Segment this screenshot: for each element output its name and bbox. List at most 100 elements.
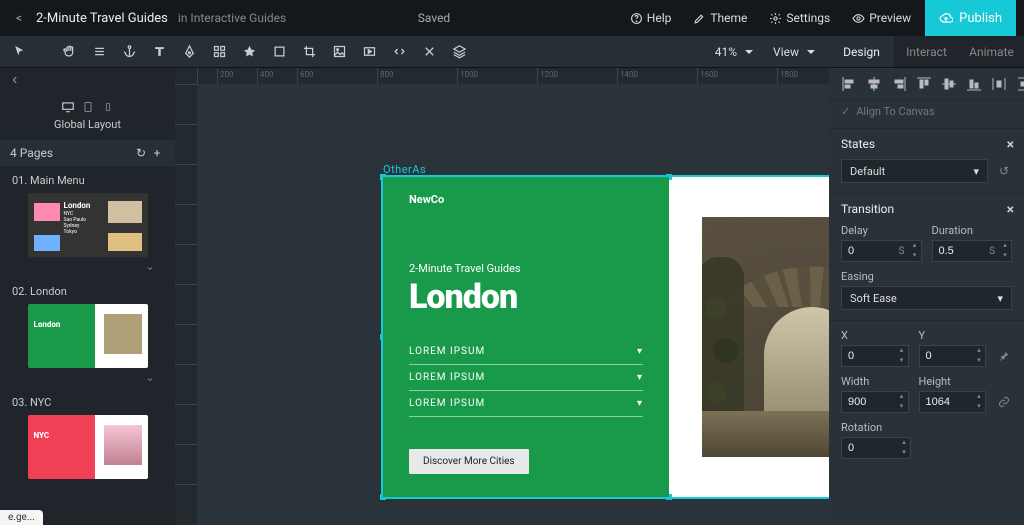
project-title: 2-Minute Travel Guides [36, 11, 168, 26]
align-center-v-button[interactable] [941, 76, 957, 92]
page-right-pane [669, 177, 829, 497]
ruler-corner [175, 68, 197, 84]
delay-label: Delay [841, 224, 922, 237]
duration-input[interactable]: S▴▾ [932, 240, 1013, 262]
frame-tool[interactable] [266, 39, 292, 65]
rotation-input[interactable]: ▴▾ [841, 437, 911, 459]
view-label: View [773, 45, 799, 59]
page-item-main-menu[interactable]: 01. Main Menu LondonNYCSao PauloSydneyTo… [0, 166, 175, 277]
pin-button[interactable] [996, 345, 1012, 367]
check-icon: ✓ [841, 105, 850, 118]
page-photo [702, 217, 829, 457]
link-dimensions-button[interactable] [996, 391, 1012, 413]
transition-close-button[interactable]: × [1007, 202, 1014, 218]
zoom-dropdown[interactable]: 41% [707, 45, 761, 59]
canvas[interactable]: 200 400 600 800 1000 1200 1400 1600 1800… [175, 68, 829, 525]
stepper-up[interactable]: ▴ [999, 241, 1011, 251]
embed-tool[interactable] [386, 39, 412, 65]
width-input[interactable]: ▴▾ [841, 391, 909, 413]
align-center-h-button[interactable] [866, 76, 882, 92]
state-reset-button[interactable]: ↺ [996, 164, 1012, 178]
device-mobile-icon[interactable] [100, 100, 116, 114]
easing-select[interactable]: Soft Ease▾ [841, 286, 1012, 310]
link-icon [998, 396, 1010, 408]
transition-title: Transition [841, 202, 1012, 216]
pen-tool[interactable] [176, 39, 202, 65]
selected-artboard[interactable]: NewCo 2-Minute Travel Guides London LORE… [383, 177, 829, 497]
states-title: States [841, 137, 1012, 151]
page-item-london[interactable]: 02. London London ⌄ [0, 277, 175, 388]
stepper-up[interactable]: ▴ [909, 241, 921, 251]
discover-button[interactable]: Discover More Cities [409, 449, 529, 474]
brush-icon [693, 12, 706, 25]
pages-refresh-button[interactable]: ↻ [133, 146, 149, 160]
pin-icon [998, 350, 1010, 362]
rotation-label: Rotation [841, 421, 911, 434]
device-tablet-icon[interactable] [80, 100, 96, 114]
crop-tool[interactable] [296, 39, 322, 65]
selected-artboard-label[interactable]: OtherAs [383, 163, 426, 176]
settings-button[interactable]: Settings [761, 11, 838, 25]
accordion-row[interactable]: LOREM IPSUM▾ [409, 339, 643, 365]
utilities-tool[interactable] [416, 39, 442, 65]
device-desktop-icon[interactable] [60, 100, 76, 114]
eye-icon [852, 12, 865, 25]
ruler-vertical [175, 84, 197, 525]
stepper-down[interactable]: ▾ [999, 251, 1011, 261]
duration-label: Duration [932, 224, 1013, 237]
stepper-down[interactable]: ▾ [909, 251, 921, 261]
component-tool[interactable] [206, 39, 232, 65]
image-tool[interactable] [326, 39, 352, 65]
help-button[interactable]: Help [622, 11, 680, 25]
browser-status-tab: e.ge... [0, 510, 43, 525]
accordion-row[interactable]: LOREM IPSUM▾ [409, 391, 643, 417]
shape-tool[interactable] [236, 39, 262, 65]
publish-button[interactable]: Publish [925, 0, 1016, 36]
accordion-row[interactable]: LOREM IPSUM▾ [409, 365, 643, 391]
cloud-upload-icon [939, 11, 953, 25]
page-left-pane: NewCo 2-Minute Travel Guides London LORE… [383, 177, 669, 497]
layers-tool[interactable] [446, 39, 472, 65]
theme-button[interactable]: Theme [685, 11, 755, 25]
global-layout-label: Global Layout [0, 118, 175, 131]
chevron-down-icon: ▾ [637, 346, 643, 357]
tab-design[interactable]: Design [829, 36, 894, 67]
page-item-expand[interactable]: ⌄ [12, 368, 163, 384]
page-thumb: NYC [28, 415, 148, 479]
collapse-sidebar-button[interactable] [0, 68, 175, 92]
video-tool[interactable] [356, 39, 382, 65]
tool-row: 41% View [0, 36, 829, 68]
delay-input[interactable]: S▴▾ [841, 240, 922, 262]
align-right-button[interactable] [891, 76, 907, 92]
page-item-nyc[interactable]: 03. NYC NYC [0, 388, 175, 483]
states-close-button[interactable]: × [1007, 137, 1014, 153]
distribute-h-button[interactable] [991, 76, 1007, 92]
pages-add-button[interactable]: + [149, 146, 165, 160]
view-dropdown[interactable]: View [765, 45, 823, 59]
y-input[interactable]: ▴▾ [919, 345, 987, 367]
page-thumb: LondonNYCSao PauloSydneyTokyo [28, 193, 148, 257]
tab-interact[interactable]: Interact [894, 36, 959, 67]
state-select[interactable]: Default▾ [841, 159, 988, 183]
x-input[interactable]: ▴▾ [841, 345, 909, 367]
text-tool[interactable] [146, 39, 172, 65]
hand-tool[interactable] [56, 39, 82, 65]
help-label: Help [647, 11, 672, 25]
back-button[interactable]: < [8, 11, 30, 25]
tab-animate[interactable]: Animate [959, 36, 1024, 67]
theme-label: Theme [710, 11, 747, 25]
align-bottom-button[interactable] [966, 76, 982, 92]
distribute-v-button[interactable] [1016, 76, 1024, 92]
chevron-left-icon [10, 75, 20, 85]
page-item-expand[interactable]: ⌄ [12, 257, 163, 273]
x-label: X [841, 329, 909, 342]
cursor-tool[interactable] [6, 39, 32, 65]
align-left-button[interactable] [841, 76, 857, 92]
align-top-button[interactable] [916, 76, 932, 92]
height-input[interactable]: ▴▾ [919, 391, 987, 413]
chevron-down-icon: ▾ [637, 398, 643, 409]
align-to-canvas-toggle[interactable]: ✓ Align To Canvas [829, 101, 1024, 129]
anchor-tool[interactable] [116, 39, 142, 65]
preview-button[interactable]: Preview [844, 11, 919, 25]
paragraph-tool[interactable] [86, 39, 112, 65]
